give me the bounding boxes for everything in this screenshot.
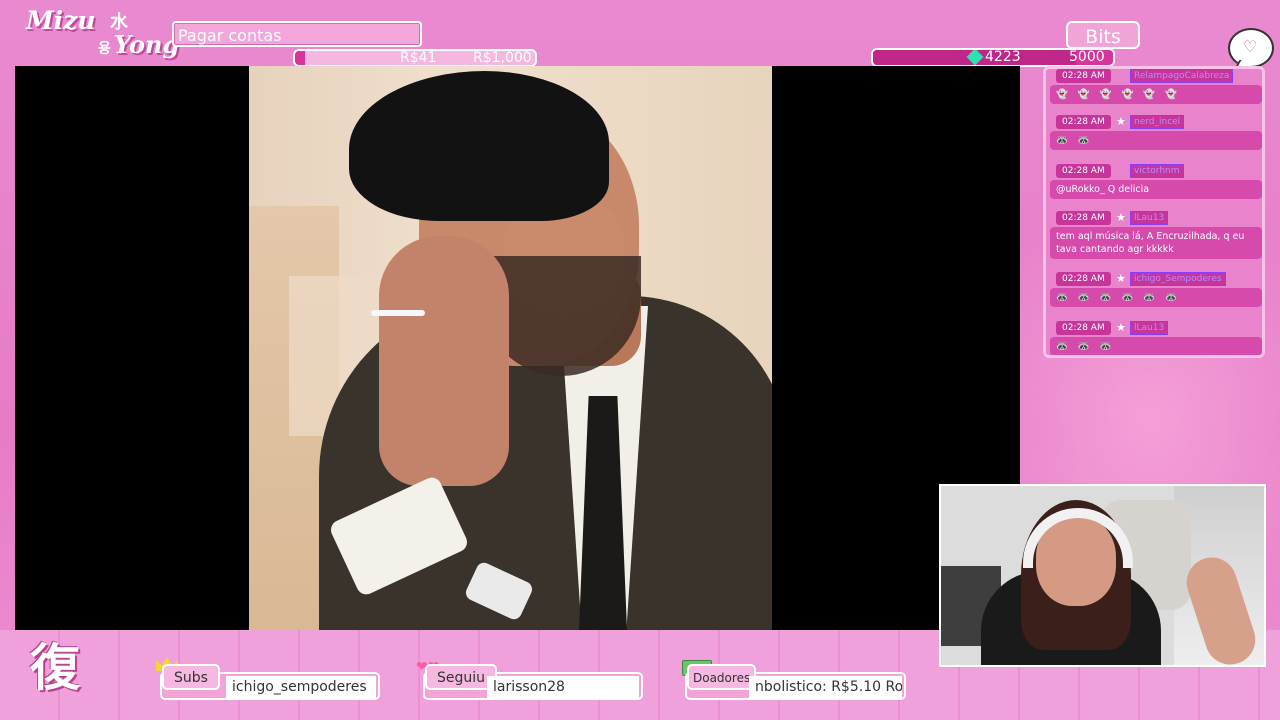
portrait-photo — [249, 66, 772, 630]
chat-username[interactable]: ichigo_Sempoderes — [1130, 272, 1226, 286]
goal-target-amount: R$1,000 — [473, 50, 532, 66]
chat-message-body: 🦝🦝🦝🦝🦝🦝 — [1050, 288, 1262, 307]
chat-timestamp: 02:28 AM — [1056, 164, 1111, 178]
chat-emotes: 🦝🦝🦝🦝🦝🦝 — [1056, 292, 1187, 303]
main-video-feed — [15, 66, 1020, 630]
chat-message-body: 👻👻👻👻👻👻 — [1050, 85, 1262, 104]
chat-timestamp: 02:28 AM — [1056, 211, 1111, 225]
star-badge-icon: ★ — [1116, 272, 1126, 285]
bits-progress-bar: 4223 5000 — [871, 48, 1115, 67]
star-badge-icon: ★ — [1116, 211, 1126, 224]
goal-title: Pagar contas — [172, 21, 422, 47]
chat-timestamp: 02:28 AM — [1056, 115, 1111, 129]
subs-label: Subs — [162, 664, 220, 690]
subs-value: ichigo_sempoderes — [226, 676, 376, 698]
chat-username[interactable]: lLau13 — [1130, 211, 1169, 225]
chat-username[interactable]: RelampagoCalabreza — [1130, 69, 1234, 83]
logo-text-bottom: Yong — [114, 30, 180, 59]
bits-target: 5000 — [1069, 49, 1105, 65]
chat-panel[interactable]: 02:28 AM RelampagoCalabreza 👻👻👻👻👻👻 02:28 AM… — [1043, 66, 1265, 358]
follow-value: larisson28 — [487, 676, 639, 698]
chat-message-body: @uRokko_ Q delicia — [1050, 180, 1262, 199]
chat-message: 02:28 AM ★ lLau13 tem aql música lá, A Encr… — [1050, 211, 1262, 259]
chat-username[interactable]: victorhnm — [1130, 164, 1184, 178]
logo-text-top: Mizu — [26, 6, 96, 35]
goal-progress-bar: R$41 R$1,000 — [293, 49, 537, 67]
chat-message-body: 🦝🦝🦝 — [1050, 337, 1262, 355]
chat-emotes: 🦝🦝 — [1056, 135, 1100, 146]
donors-value: nbolistico: R$5.10 Ro — [749, 676, 902, 698]
channel-logo: Mizu 水 용 Yong — [22, 4, 179, 62]
chat-message-body: tem aql música lá, A Encruzilhada, q eu … — [1050, 227, 1262, 259]
chat-message-body: 🦝🦝 — [1050, 131, 1262, 150]
chat-message: 02:28 AM ★ lLau13 🦝🦝🦝 — [1050, 321, 1262, 355]
donors-ticker: Doadores nbolistico: R$5.10 Ro — [685, 664, 906, 700]
chat-username[interactable]: nerd_incel — [1130, 115, 1185, 129]
chat-message-text: tem aql música lá, A Encruzilhada, q eu … — [1056, 231, 1245, 255]
bottom-kanji-logo: 復 — [30, 639, 80, 697]
chat-message: 02:28 AM ★ nerd_incel 🦝🦝 — [1050, 115, 1262, 150]
chat-timestamp: 02:28 AM — [1056, 69, 1111, 83]
follow-ticker: Seguiu larisson28 — [423, 664, 643, 700]
chat-message: 02:28 AM ★ ichigo_Sempoderes 🦝🦝🦝🦝🦝🦝 — [1050, 272, 1262, 307]
webcam-feed — [939, 484, 1266, 667]
goal-current-amount: R$41 — [400, 50, 437, 66]
chat-username[interactable]: lLau13 — [1130, 321, 1169, 335]
chat-timestamp: 02:28 AM — [1056, 321, 1111, 335]
logo-hangul: 용 — [98, 41, 111, 57]
subs-ticker: Subs ichigo_sempoderes — [160, 664, 380, 700]
chat-message: 02:28 AM victorhnm @uRokko_ Q delicia — [1050, 164, 1262, 199]
star-badge-icon: ★ — [1116, 115, 1126, 128]
bits-label: Bits — [1066, 21, 1140, 49]
donors-label: Doadores — [687, 664, 757, 690]
bits-current: 4223 — [985, 49, 1021, 65]
chat-emotes: 👻👻👻👻👻👻 — [1056, 89, 1187, 100]
goal-progress-fill — [295, 51, 305, 65]
chat-heart-icon: ♡ — [1228, 28, 1274, 68]
chat-timestamp: 02:28 AM — [1056, 272, 1111, 286]
chat-message: 02:28 AM RelampagoCalabreza 👻👻👻👻👻👻 — [1050, 69, 1262, 104]
chat-emotes: 🦝🦝🦝 — [1056, 341, 1122, 352]
chat-message-text: @uRokko_ Q delicia — [1056, 184, 1150, 195]
star-badge-icon: ★ — [1116, 321, 1126, 334]
